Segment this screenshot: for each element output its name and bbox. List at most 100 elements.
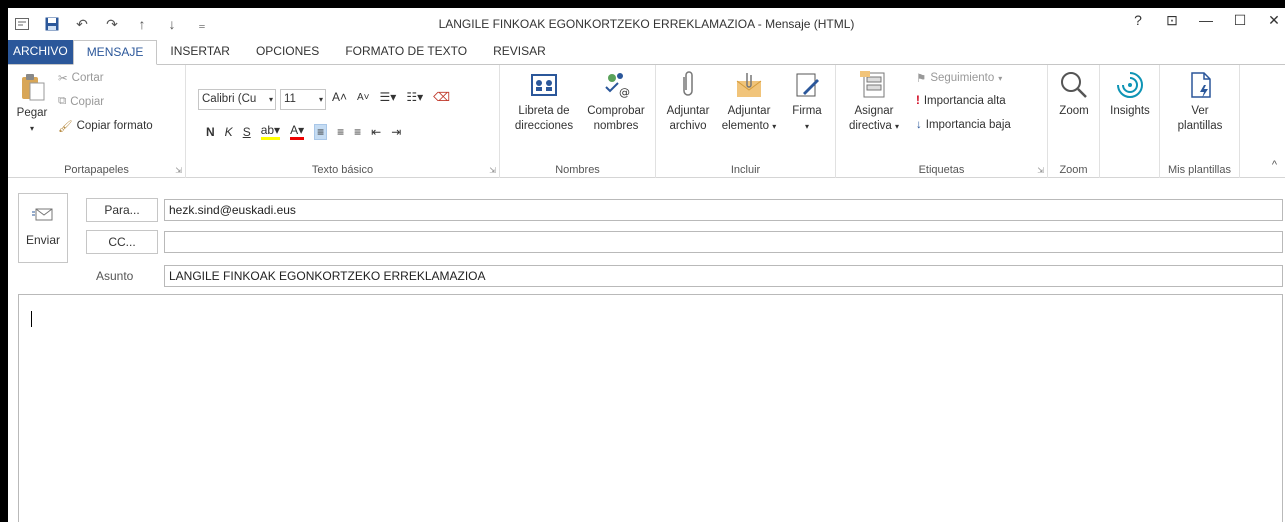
save-icon[interactable] bbox=[44, 16, 60, 32]
up-icon[interactable]: ↑ bbox=[134, 16, 150, 32]
send-envelope-icon bbox=[32, 208, 53, 221]
zoom-button[interactable]: Zoom bbox=[1052, 69, 1096, 119]
grow-font-icon[interactable]: A˄ bbox=[332, 90, 347, 104]
follow-up-label: Seguimiento bbox=[930, 72, 995, 84]
attach-item-button[interactable]: Adjuntar elemento ▾ bbox=[716, 69, 782, 134]
assign-policy-label-2: directiva bbox=[848, 120, 892, 132]
font-size-value: 11 bbox=[284, 93, 296, 105]
clipboard-launcher-icon[interactable]: ⇲ bbox=[175, 166, 182, 175]
tab-insertar[interactable]: INSERTAR bbox=[157, 40, 243, 64]
align-left-icon[interactable]: ≡ bbox=[314, 123, 328, 140]
message-body[interactable] bbox=[18, 294, 1283, 522]
window-controls: ? ⊡ — ☐ ✕ bbox=[1131, 12, 1281, 29]
underline-button[interactable]: S bbox=[243, 125, 251, 139]
address-book-button[interactable]: Libreta de direcciones bbox=[508, 69, 580, 134]
tags-launcher-icon[interactable]: ⇲ bbox=[1037, 166, 1044, 175]
attach-file-label-1: Adjuntar bbox=[666, 105, 710, 117]
low-importance-button[interactable]: ↓ Importancia baja bbox=[916, 119, 1011, 131]
minimize-icon[interactable]: — bbox=[1199, 12, 1213, 29]
insights-button[interactable]: Insights bbox=[1104, 69, 1156, 119]
ribbon: Pegar ▾ ✂ Cortar ⧉ Copiar 🖌 Copiar formato … bbox=[8, 64, 1285, 179]
tab-opciones[interactable]: OPCIONES bbox=[243, 40, 332, 64]
shrink-font-icon[interactable]: A˅ bbox=[357, 92, 370, 103]
cut-button[interactable]: ✂ Cortar bbox=[58, 71, 104, 85]
clear-formatting-icon[interactable]: ⌫ bbox=[433, 90, 450, 104]
numbering-icon[interactable]: ☷▾ bbox=[406, 90, 423, 104]
tab-archivo[interactable]: ARCHIVO bbox=[8, 40, 73, 64]
cc-field[interactable] bbox=[164, 231, 1283, 253]
tags-group-label: Etiquetas bbox=[918, 164, 965, 176]
font-size-dropdown-icon[interactable]: ▾ bbox=[319, 90, 323, 109]
font-name-box[interactable]: Calibri (Cu ▾ bbox=[198, 89, 276, 110]
address-book-label-1: Libreta de bbox=[518, 105, 570, 117]
signature-button[interactable]: Firma ▾ bbox=[784, 69, 830, 134]
tab-formato-de-texto[interactable]: FORMATO DE TEXTO bbox=[332, 40, 480, 64]
check-names-button[interactable]: @ Comprobar nombres bbox=[580, 69, 652, 134]
basic-text-launcher-icon[interactable]: ⇲ bbox=[489, 166, 496, 175]
view-templates-button[interactable]: Ver plantillas bbox=[1168, 69, 1232, 134]
bold-button[interactable]: N bbox=[206, 125, 215, 139]
attach-item-dropdown-icon[interactable]: ▾ bbox=[772, 122, 776, 131]
close-icon[interactable]: ✕ bbox=[1267, 12, 1281, 29]
follow-up-dropdown-icon[interactable]: ▾ bbox=[998, 74, 1002, 83]
group-names: Libreta de direcciones @ Comprobar nombr… bbox=[500, 65, 656, 179]
align-right-icon[interactable]: ≡ bbox=[354, 125, 361, 139]
message-header: Enviar Para... hezk.sind@euskadi.eus CC.… bbox=[8, 178, 1285, 290]
low-importance-label: Importancia baja bbox=[925, 119, 1011, 131]
title-bar: ↶ ↷ ↑ ↓ ₌ LANGILE FINKOAK EGONKORTZEKO E… bbox=[8, 8, 1285, 40]
cut-label: Cortar bbox=[71, 72, 104, 84]
group-templates: Ver plantillas Mis plantillas bbox=[1160, 65, 1240, 179]
increase-indent-icon[interactable]: ⇥ bbox=[391, 125, 401, 139]
group-zoom: Zoom Zoom bbox=[1048, 65, 1100, 179]
templates-icon bbox=[1191, 72, 1211, 98]
format-painter-button[interactable]: 🖌 Copiar formato bbox=[58, 119, 153, 133]
quick-access-toolbar: ↶ ↷ ↑ ↓ ₌ bbox=[8, 16, 210, 32]
font-color-icon[interactable]: A▾ bbox=[290, 123, 305, 140]
help-icon[interactable]: ? bbox=[1131, 12, 1145, 29]
tab-mensaje[interactable]: MENSAJE bbox=[72, 40, 158, 65]
decrease-indent-icon[interactable]: ⇤ bbox=[371, 125, 381, 139]
undo-icon[interactable]: ↶ bbox=[74, 16, 90, 32]
formatting-controls: N K S ab▾ A▾ ≡ ≡ ≡ ⇤ ⇥ bbox=[206, 123, 401, 140]
insights-label: Insights bbox=[1110, 105, 1150, 117]
subject-label: Asunto bbox=[96, 269, 134, 283]
highlight-icon[interactable]: ab▾ bbox=[260, 123, 281, 140]
down-icon[interactable]: ↓ bbox=[164, 16, 180, 32]
send-button[interactable]: Enviar bbox=[18, 193, 68, 263]
high-importance-button[interactable]: ! Importancia alta bbox=[916, 95, 1006, 107]
assign-policy-button[interactable]: Asignar directiva ▾ bbox=[842, 69, 906, 134]
svg-text:@: @ bbox=[619, 86, 630, 99]
copy-button[interactable]: ⧉ Copiar bbox=[58, 95, 104, 108]
subject-field[interactable]: LANGILE FINKOAK EGONKORTZEKO ERREKLAMAZI… bbox=[164, 265, 1283, 287]
customize-icon[interactable]: ₌ bbox=[194, 16, 210, 32]
paste-button[interactable]: Pegar ▾ bbox=[12, 71, 52, 136]
attach-file-button[interactable]: Adjuntar archivo bbox=[660, 69, 716, 134]
address-book-icon bbox=[531, 74, 557, 96]
font-name-dropdown-icon[interactable]: ▾ bbox=[269, 90, 273, 109]
to-button[interactable]: Para... bbox=[86, 198, 158, 222]
cc-button[interactable]: CC... bbox=[86, 230, 158, 254]
redo-icon[interactable]: ↷ bbox=[104, 16, 120, 32]
check-names-label-1: Comprobar bbox=[587, 105, 645, 117]
paste-icon bbox=[22, 74, 45, 101]
signature-dropdown-icon[interactable]: ▾ bbox=[784, 119, 830, 134]
paste-dropdown-icon[interactable]: ▾ bbox=[12, 121, 52, 136]
outlook-icon[interactable] bbox=[14, 16, 30, 32]
maximize-icon[interactable]: ☐ bbox=[1233, 12, 1247, 29]
font-size-box[interactable]: 11 ▾ bbox=[280, 89, 326, 110]
bullets-icon[interactable]: ☰▾ bbox=[380, 90, 397, 104]
basic-text-group-label: Texto básico bbox=[311, 164, 374, 176]
align-center-icon[interactable]: ≡ bbox=[337, 125, 344, 139]
scissors-icon: ✂ bbox=[58, 73, 68, 85]
follow-up-button[interactable]: ⚑ Seguimiento ▾ bbox=[916, 71, 1002, 85]
ribbon-display-options-icon[interactable]: ⊡ bbox=[1165, 12, 1179, 29]
italic-button[interactable]: K bbox=[225, 125, 233, 139]
ribbon-tabs: ARCHIVO MENSAJE INSERTAR OPCIONES FORMAT… bbox=[8, 40, 1285, 65]
down-arrow-icon: ↓ bbox=[916, 119, 922, 131]
assign-policy-dropdown-icon[interactable]: ▾ bbox=[895, 122, 899, 131]
zoom-group-label: Zoom bbox=[1059, 164, 1088, 176]
assign-policy-label-1: Asignar bbox=[854, 105, 894, 117]
collapse-ribbon-icon[interactable]: ^ bbox=[1272, 159, 1277, 171]
to-field[interactable]: hezk.sind@euskadi.eus bbox=[164, 199, 1283, 221]
tab-revisar[interactable]: REVISAR bbox=[480, 40, 559, 64]
